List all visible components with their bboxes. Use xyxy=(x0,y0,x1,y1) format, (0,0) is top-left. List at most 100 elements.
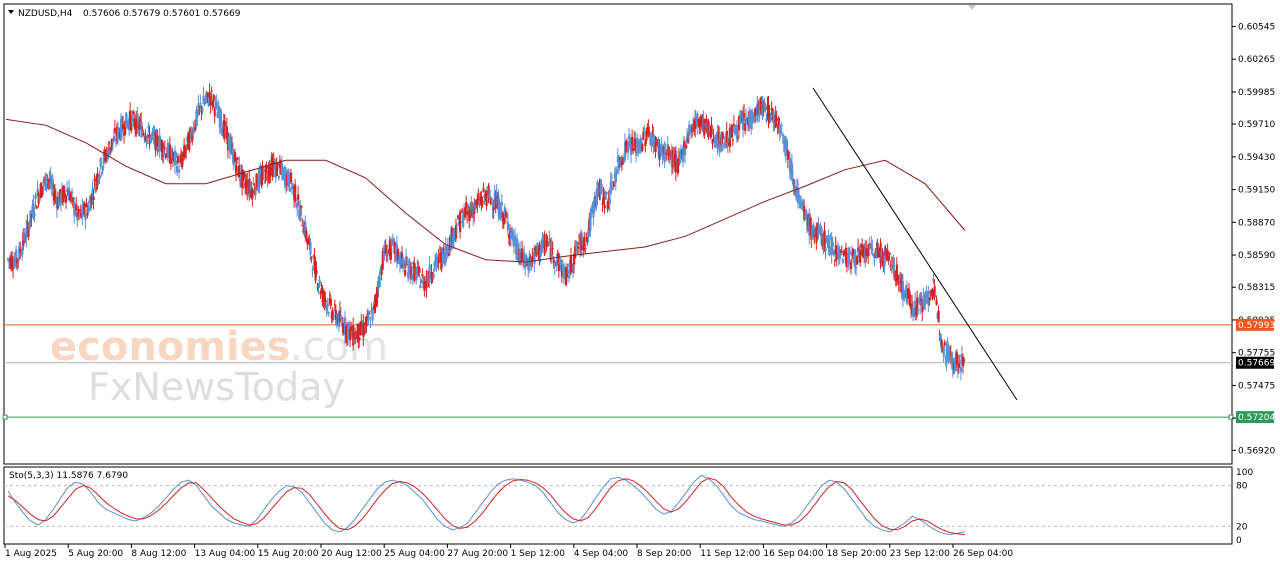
trading-chart[interactable]: NZDUSD,H4 0.57606 0.57679 0.57601 0.5766… xyxy=(0,0,1280,567)
candle-body xyxy=(492,207,495,211)
candle-body xyxy=(552,259,555,264)
candle-body xyxy=(446,246,450,253)
candle-body xyxy=(442,248,445,251)
candle-body xyxy=(500,202,503,206)
candle-body xyxy=(78,216,81,218)
candle-body xyxy=(276,163,279,165)
candle-body xyxy=(420,280,423,284)
candle-body xyxy=(485,199,488,207)
candle-body xyxy=(71,191,74,194)
candle-body xyxy=(584,247,587,249)
candle-body xyxy=(506,222,510,231)
candle-body xyxy=(512,243,516,247)
candle-body xyxy=(162,151,165,156)
candle-body xyxy=(931,289,934,299)
candle-body xyxy=(35,205,38,209)
candle-body xyxy=(632,147,635,151)
candle-body xyxy=(176,165,179,173)
candle-body xyxy=(238,165,241,178)
candle-body xyxy=(962,359,966,362)
candle-body xyxy=(942,346,945,356)
candle-body xyxy=(92,196,95,201)
candle-body xyxy=(177,156,180,163)
candle-body xyxy=(940,339,943,347)
candle-body xyxy=(236,157,239,160)
price-tick-label: 0.59430 xyxy=(1238,153,1275,163)
candle-body xyxy=(99,158,102,167)
ohlc-label: 0.57606 0.57679 0.57601 0.57669 xyxy=(83,9,241,19)
candle-body xyxy=(131,115,134,122)
candle-body xyxy=(764,107,767,110)
candle-body xyxy=(290,172,293,183)
candle-body xyxy=(305,230,308,240)
candle-body xyxy=(87,206,90,213)
candle-body xyxy=(358,337,361,341)
candle-body xyxy=(294,184,297,202)
candle-body xyxy=(481,200,484,205)
candle-body xyxy=(378,276,381,288)
candle-body xyxy=(380,271,383,275)
candle-body xyxy=(824,247,827,251)
candle-body xyxy=(499,210,502,218)
candle-body xyxy=(255,173,258,189)
candle-body xyxy=(215,101,218,103)
candle-body xyxy=(743,113,746,118)
price-tick-label: 0.59150 xyxy=(1238,186,1275,196)
candle-body xyxy=(178,169,181,173)
time-tick-label: 8 Aug 12:00 xyxy=(131,549,186,559)
candle-body xyxy=(959,367,963,372)
candle-body xyxy=(75,204,78,211)
candle-body xyxy=(163,147,166,149)
candle-body xyxy=(873,260,876,262)
candle-body xyxy=(643,133,646,135)
candle-body xyxy=(289,187,292,192)
price-tick-label: 0.60265 xyxy=(1238,55,1275,65)
candle-body xyxy=(199,103,202,105)
candle-body xyxy=(566,264,570,267)
candle-body xyxy=(800,199,803,202)
candle-body xyxy=(201,108,204,112)
candle-body xyxy=(367,315,370,321)
candle-body xyxy=(831,241,834,247)
candle-body xyxy=(855,267,858,269)
stochastic-level-label: 100 xyxy=(1236,468,1253,478)
support-handle-left[interactable] xyxy=(2,414,8,420)
candle-body xyxy=(721,132,724,140)
candle-body xyxy=(641,144,644,151)
candle-body xyxy=(432,273,435,278)
candle-body xyxy=(654,142,657,152)
candle-body xyxy=(848,251,852,255)
candle-body xyxy=(609,181,612,194)
candle-body xyxy=(783,136,786,151)
time-tick-label: 16 Sep 04:00 xyxy=(763,549,823,559)
candle-body xyxy=(917,309,920,311)
candle-body xyxy=(79,209,82,212)
candle-body xyxy=(277,176,281,179)
stochastic-label: Sto(5,3,3) 11.5876 7.6790 xyxy=(9,471,128,481)
candle-body xyxy=(297,194,300,200)
candle-body xyxy=(324,300,327,303)
candle-body xyxy=(888,253,891,255)
candle-body xyxy=(615,169,619,174)
candle-body xyxy=(369,324,372,326)
time-tick-label: 13 Aug 04:00 xyxy=(195,549,256,559)
candle-body xyxy=(934,292,937,294)
price-tick-label: 0.59710 xyxy=(1238,120,1275,130)
price-tick-label: 0.59985 xyxy=(1238,88,1275,98)
candle-body xyxy=(909,294,912,306)
candle-body xyxy=(428,264,431,283)
candle-body xyxy=(300,205,303,208)
chart-canvas[interactable]: NZDUSD,H4 0.57606 0.57679 0.57601 0.5766… xyxy=(0,0,1280,567)
candle-body xyxy=(730,124,734,138)
candle-body xyxy=(311,269,314,271)
candle-body xyxy=(712,135,715,137)
candle-body xyxy=(251,188,254,199)
candle-body xyxy=(828,245,831,256)
candle-body xyxy=(368,313,371,315)
candle-body xyxy=(174,152,178,158)
candle-body xyxy=(798,194,801,196)
candle-body xyxy=(634,138,637,151)
time-tick-label: 15 Aug 20:00 xyxy=(258,549,319,559)
candle-body xyxy=(262,169,265,172)
candle-body xyxy=(731,139,735,141)
